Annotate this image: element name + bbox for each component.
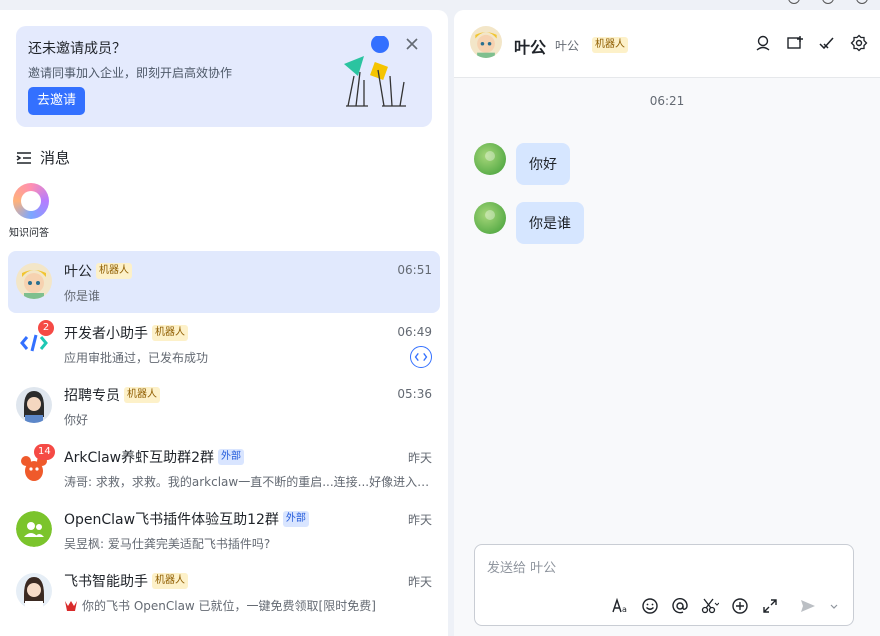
scissors-icon[interactable]	[701, 597, 719, 615]
chat-time: 昨天	[407, 575, 432, 589]
header-toolbar	[754, 34, 868, 52]
chat-item-openclaw-group[interactable]: OpenClaw飞书插件体验互助12群 外部 昨天 吴昱枫: 爱马仕龚完美适配飞…	[8, 499, 440, 561]
messages-label: 消息	[40, 149, 71, 167]
conversation-header: 叶公 叶公 机器人	[454, 10, 880, 78]
conversation-panel: 叶公 叶公 机器人 06:21 你好 你是谁 a	[454, 10, 880, 636]
app-code-icon[interactable]	[410, 346, 432, 368]
chat-preview: 应用审批通过，已发布成功	[64, 351, 209, 365]
message-row: 你是谁	[474, 202, 584, 244]
chat-name: 飞书智能助手	[64, 574, 148, 590]
close-icon[interactable]	[404, 36, 420, 52]
chat-name: 招聘专员	[64, 388, 120, 404]
chat-preview: 你好	[64, 413, 89, 427]
message-bubble[interactable]: 你好	[516, 143, 570, 185]
chat-name: ArkClaw养虾互助群2群	[64, 450, 215, 466]
avatar[interactable]	[474, 143, 506, 175]
bot-tag: 机器人	[152, 573, 188, 589]
openclaw-logo-icon	[65, 601, 77, 611]
chat-time: 06:51	[397, 263, 432, 277]
message-row: 你好	[474, 143, 570, 185]
chat-name: 开发者小助手	[64, 326, 148, 342]
knowledge-qa-icon	[13, 183, 49, 219]
send-icon[interactable]	[799, 597, 817, 615]
search-member-icon[interactable]	[754, 34, 772, 52]
bot-tag: 机器人	[124, 387, 160, 403]
chat-item-yegong[interactable]: 叶公 机器人 06:51 你是谁	[8, 251, 440, 313]
plus-icon[interactable]	[731, 597, 749, 615]
bot-tag: 机器人	[152, 325, 188, 341]
invite-illustration-icon	[344, 36, 406, 107]
chat-item-arkclaw-group[interactable]: 14 ArkClaw养虾互助群2群 外部 昨天 涛哥: 求救，求救。我的arkc…	[8, 437, 440, 499]
mention-icon[interactable]	[671, 597, 689, 615]
knowledge-qa-shortcut[interactable]: 知识问答	[9, 183, 52, 239]
messages-header[interactable]: 消息	[16, 147, 70, 168]
chat-item-feishu-assistant[interactable]: 飞书智能助手 机器人 昨天 你的飞书 OpenClaw 已就位，一键免费领取[限…	[8, 561, 440, 623]
unread-badge: 14	[34, 444, 55, 460]
chat-name: OpenClaw飞书插件体验互助12群	[64, 512, 279, 528]
collapse-list-icon[interactable]	[16, 151, 32, 165]
chat-time: 昨天	[407, 451, 432, 465]
chat-time: 昨天	[407, 513, 432, 527]
window-control-icon[interactable]	[788, 0, 800, 4]
avatar[interactable]	[470, 26, 502, 58]
chat-preview: 涛哥: 求救，求救。我的arkclaw一直不断的重启...连接...好像进入了.…	[64, 475, 434, 489]
avatar	[16, 511, 52, 547]
message-bubble[interactable]: 你是谁	[516, 202, 584, 244]
chat-list-panel: 还未邀请成员？ 邀请同事加入企业，即刻开启高效协作 去邀请 消息 知识问答 叶公…	[0, 10, 448, 636]
avatar[interactable]	[474, 202, 506, 234]
window-control-icon[interactable]	[856, 0, 868, 4]
checklist-icon[interactable]	[818, 34, 836, 52]
chevron-down-icon[interactable]	[829, 601, 839, 611]
composer-toolbar: a	[611, 597, 839, 615]
svg-text:a: a	[622, 605, 627, 614]
invite-banner: 还未邀请成员？ 邀请同事加入企业，即刻开启高效协作 去邀请	[16, 26, 432, 127]
avatar	[16, 263, 52, 299]
message-timestamp: 06:21	[649, 94, 685, 108]
external-tag: 外部	[218, 449, 245, 465]
add-tab-icon[interactable]	[786, 34, 804, 52]
bot-tag: 机器人	[96, 263, 132, 279]
chat-item-dev-assistant[interactable]: 2 开发者小助手 机器人 06:49 应用审批通过，已发布成功	[8, 313, 440, 375]
knowledge-qa-label: 知识问答	[9, 228, 49, 239]
conversation-title: 叶公	[514, 38, 547, 57]
chat-preview: 你是谁	[64, 289, 101, 303]
chat-preview-text: 你的飞书 OpenClaw 已就位，一键免费领取[限时免费]	[82, 599, 376, 613]
chat-time: 05:36	[397, 387, 432, 401]
bot-tag: 机器人	[592, 37, 628, 53]
conversation-subtitle: 叶公	[555, 39, 580, 53]
chat-list: 叶公 机器人 06:51 你是谁 2 开发者小助手 机器人 06:49 应用审批…	[8, 251, 440, 623]
message-input[interactable]	[487, 557, 837, 579]
avatar	[16, 387, 52, 423]
invite-button[interactable]: 去邀请	[28, 87, 86, 115]
chat-time: 06:49	[397, 325, 432, 339]
window-control-icon[interactable]	[822, 0, 834, 4]
emoji-icon[interactable]	[641, 597, 659, 615]
unread-badge: 2	[38, 320, 54, 336]
chat-preview: 你的飞书 OpenClaw 已就位，一键免费领取[限时免费]	[64, 597, 376, 614]
invite-description: 邀请同事加入企业，即刻开启高效协作	[28, 66, 233, 80]
window-controls	[788, 0, 868, 4]
settings-icon[interactable]	[850, 34, 868, 52]
invite-title: 还未邀请成员？	[28, 41, 126, 57]
external-tag: 外部	[282, 511, 309, 527]
text-format-icon[interactable]: a	[611, 597, 629, 615]
chat-preview: 吴昱枫: 爱马仕龚完美适配飞书插件吗?	[64, 537, 271, 551]
chat-item-recruiter[interactable]: 招聘专员 机器人 05:36 你好	[8, 375, 440, 437]
expand-icon[interactable]	[761, 597, 779, 615]
message-composer: a	[474, 544, 854, 626]
avatar	[16, 573, 52, 609]
chat-name: 叶公	[64, 264, 92, 280]
